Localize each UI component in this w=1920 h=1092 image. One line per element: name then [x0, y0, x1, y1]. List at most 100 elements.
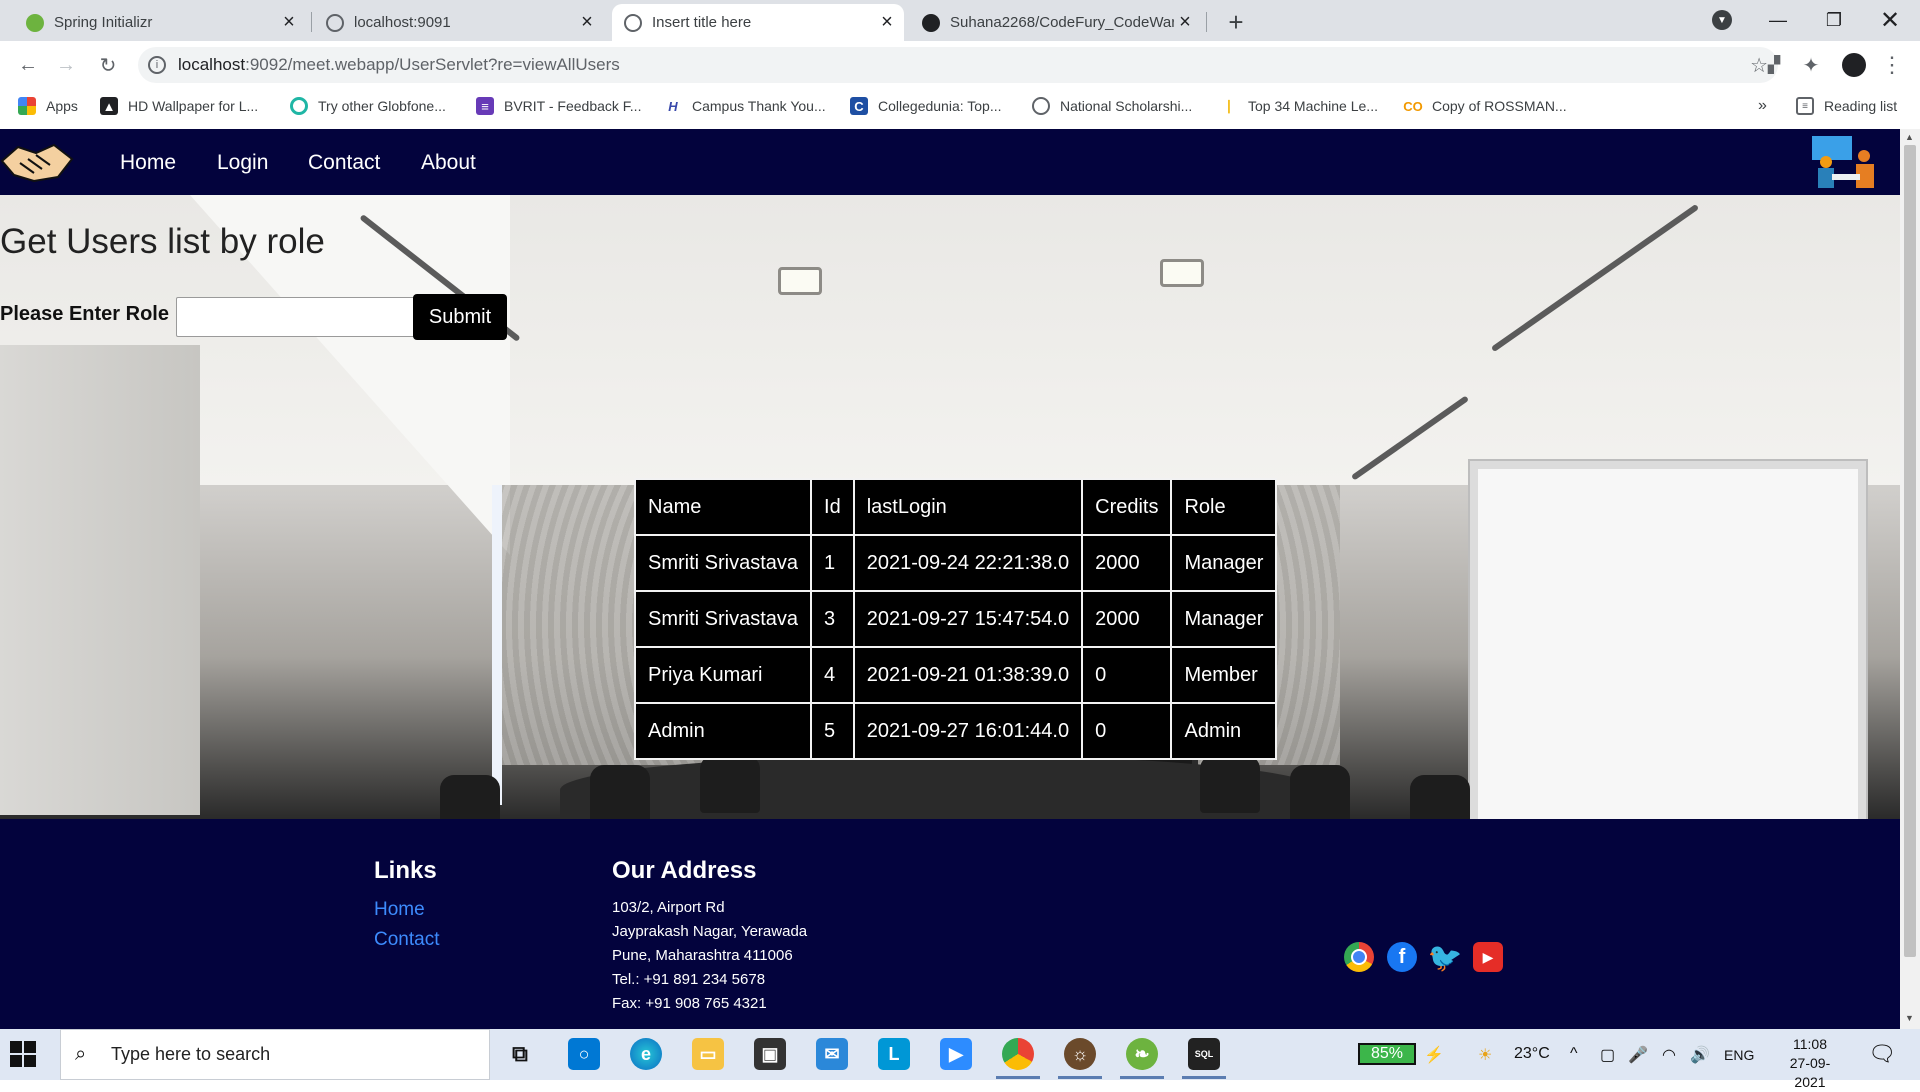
chrome-app-icon[interactable]: [996, 1038, 1040, 1079]
file-explorer-icon[interactable]: ▭: [692, 1038, 724, 1070]
bookmark-hd-wallpaper[interactable]: ▲ HD Wallpaper for L...: [100, 97, 258, 115]
tab-github[interactable]: Suhana2268/CodeFury_CodeWar ×: [912, 4, 1202, 41]
youtube-icon[interactable]: ▶: [1473, 942, 1503, 972]
cell-last-login: 2021-09-21 01:38:39.0: [852, 646, 1084, 704]
windows-start-icon[interactable]: [10, 1041, 36, 1067]
tab-insert-title-here[interactable]: Insert title here ×: [612, 4, 904, 41]
store-app-icon[interactable]: ▣: [754, 1038, 786, 1070]
mysql-app-icon[interactable]: SQL: [1182, 1038, 1226, 1079]
cortana-app-icon[interactable]: ○: [568, 1038, 600, 1070]
nav-login-link[interactable]: Login: [217, 151, 268, 175]
minimize-icon[interactable]: —: [1750, 0, 1806, 40]
restore-icon[interactable]: ❐: [1806, 0, 1862, 40]
table-header-row: Name Id lastLogin Credits Role: [633, 478, 1278, 536]
cell-name: Smriti Srivastava: [633, 534, 813, 592]
spring-tools-app-icon[interactable]: ❧: [1120, 1038, 1164, 1079]
ceiling-light: [778, 267, 822, 295]
table-row: Smriti Srivastava 1 2021-09-24 22:21:38.…: [633, 534, 1278, 592]
close-tab-icon[interactable]: ×: [876, 11, 898, 34]
forms-icon: ≡: [476, 97, 494, 115]
bookmark-campus-thank-you[interactable]: H Campus Thank You...: [664, 97, 826, 115]
volume-icon[interactable]: 🔊: [1690, 1045, 1710, 1065]
cell-name: Smriti Srivastava: [633, 590, 813, 648]
wifi-icon[interactable]: ◠: [1662, 1045, 1676, 1065]
twitter-icon[interactable]: 🐦: [1428, 942, 1463, 973]
browser-toolbar: ← → ↻ i localhost:9092/meet.webapp/UserS…: [0, 41, 1920, 89]
back-arrow-icon[interactable]: ←: [12, 49, 44, 81]
chair: [700, 755, 760, 813]
globe-icon: [624, 13, 642, 32]
nav-about-link[interactable]: About: [421, 151, 476, 175]
page-scrollbar[interactable]: ▲ ▼: [1900, 129, 1920, 1029]
handshake-logo-icon[interactable]: [0, 133, 74, 189]
address-line: Jayprakash Nagar, Yerawada: [612, 923, 808, 940]
bookmark-collegedunia[interactable]: C Collegedunia: Top...: [850, 97, 1002, 115]
language-indicator[interactable]: ENG: [1724, 1047, 1754, 1063]
bookmark-label: Copy of ROSSMAN...: [1432, 98, 1567, 114]
reading-list-button[interactable]: ≡ Reading list: [1796, 97, 1897, 115]
role-field-label: Please Enter Role: [0, 303, 169, 325]
meet-now-icon[interactable]: ▢: [1600, 1045, 1615, 1065]
bookmark-globfone[interactable]: Try other Globfone...: [290, 97, 446, 115]
address-bar[interactable]: i localhost:9092/meet.webapp/UserServlet…: [138, 47, 1778, 83]
tab-localhost-9091[interactable]: localhost:9091 ×: [316, 4, 604, 41]
bookmark-top-34-ml[interactable]: ❘ Top 34 Machine Le...: [1220, 97, 1378, 115]
github-icon: [922, 13, 940, 32]
bookmarks-overflow-chevron-icon[interactable]: »: [1758, 97, 1767, 115]
cell-id: 3: [810, 590, 855, 648]
taskbar-search[interactable]: ⌕ Type here to search: [60, 1029, 490, 1080]
profile-avatar[interactable]: [1842, 53, 1866, 77]
task-view-icon[interactable]: ⧉: [504, 1038, 536, 1070]
system-clock[interactable]: 11:08 27-09-2021: [1780, 1035, 1840, 1092]
close-tab-icon[interactable]: ×: [278, 11, 300, 34]
reload-icon[interactable]: ↻: [92, 49, 124, 81]
phone-line: Tel.: +91 891 234 5678: [612, 971, 766, 988]
scroll-down-icon[interactable]: ▼: [1905, 1013, 1914, 1023]
conference-room-background: Get Users list by role Please Enter Role…: [0, 195, 1900, 819]
scrollbar-thumb[interactable]: [1904, 145, 1916, 957]
role-input[interactable]: [176, 297, 416, 337]
microphone-icon[interactable]: 🎤: [1628, 1045, 1648, 1065]
menu-kebab-icon[interactable]: ⋮: [1876, 49, 1908, 81]
temperature[interactable]: 23°C: [1514, 1045, 1550, 1063]
edge-app-icon[interactable]: e: [630, 1038, 662, 1070]
extension-chart-icon[interactable]: ▞: [1758, 49, 1790, 81]
l-app-icon[interactable]: L: [878, 1038, 910, 1070]
weather-icon[interactable]: ☀: [1478, 1045, 1492, 1065]
submit-button[interactable]: Submit: [413, 294, 507, 340]
scroll-up-icon[interactable]: ▲: [1905, 132, 1914, 142]
footer-contact-link[interactable]: Contact: [374, 929, 439, 951]
nav-contact-link[interactable]: Contact: [308, 151, 380, 175]
forward-arrow-icon[interactable]: →: [50, 49, 82, 81]
bookmark-bvrit-feedback[interactable]: ≡ BVRIT - Feedback F...: [476, 97, 641, 115]
cell-role: Member: [1170, 646, 1278, 704]
close-window-icon[interactable]: ✕: [1862, 0, 1918, 40]
battery-indicator[interactable]: 85%: [1358, 1043, 1416, 1065]
mail-app-icon[interactable]: ✉: [816, 1038, 848, 1070]
zoom-app-icon[interactable]: ▶: [940, 1038, 972, 1070]
nav-home-link[interactable]: Home: [120, 151, 176, 175]
tab-spring-initializr[interactable]: Spring Initializr ×: [16, 4, 306, 41]
notifications-icon[interactable]: 🗨: [1868, 1041, 1896, 1067]
site-info-icon[interactable]: i: [148, 56, 166, 74]
cell-credits: 0: [1081, 646, 1173, 704]
tray-chevron-icon[interactable]: ^: [1570, 1045, 1578, 1063]
close-tab-icon[interactable]: ×: [576, 11, 598, 34]
reading-list-label: Reading list: [1824, 98, 1898, 114]
facebook-icon[interactable]: f: [1387, 942, 1417, 972]
footer-home-link[interactable]: Home: [374, 899, 425, 921]
globfone-icon: [290, 97, 308, 115]
tab-search-icon[interactable]: ▼: [1712, 10, 1732, 30]
address-url: localhost:9092/meet.webapp/UserServlet?r…: [178, 55, 620, 74]
bookmark-national-scholarship[interactable]: National Scholarshi...: [1032, 97, 1192, 115]
puzzle-extensions-icon[interactable]: ✦: [1795, 49, 1827, 81]
bookmark-rossman[interactable]: CO Copy of ROSSMAN...: [1403, 97, 1567, 115]
bookmark-label: BVRIT - Feedback F...: [504, 98, 642, 114]
google-icon[interactable]: [1344, 942, 1374, 972]
bookmark-apps[interactable]: Apps: [18, 97, 78, 115]
close-tab-icon[interactable]: ×: [1174, 11, 1196, 34]
eclipse-app-icon[interactable]: ☼: [1058, 1038, 1102, 1079]
search-placeholder: Type here to search: [111, 1044, 271, 1064]
table-row: Admin 5 2021-09-27 16:01:44.0 0 Admin: [633, 702, 1278, 760]
new-tab-button[interactable]: +: [1222, 7, 1250, 37]
